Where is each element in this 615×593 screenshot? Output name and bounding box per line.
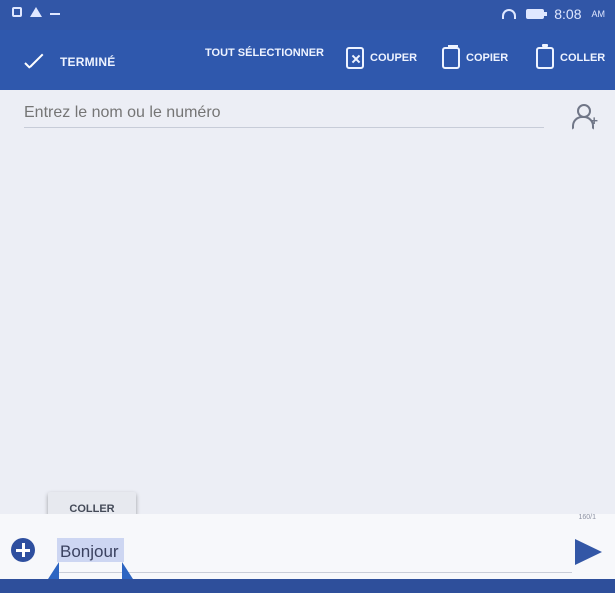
contextual-action-bar: TERMINÉ TOUT SÉLECTIONNER COUPER COPIER … — [0, 30, 615, 90]
copy-button[interactable]: COPIER — [442, 45, 509, 69]
notification-icon — [12, 7, 22, 17]
copy-icon — [442, 45, 460, 69]
system-status: 8:08 AM — [502, 6, 605, 22]
select-all-label: TOUT SÉLECTIONNER — [205, 47, 324, 59]
add-icon[interactable] — [11, 538, 35, 562]
status-bar: 8:08 AM — [0, 0, 615, 30]
cut-label: COUPER — [370, 52, 418, 64]
check-icon — [20, 48, 48, 76]
cut-button[interactable]: COUPER — [346, 47, 417, 69]
send-icon[interactable] — [575, 539, 602, 565]
paste-label: COLLER — [560, 52, 606, 64]
minus-icon — [50, 13, 60, 15]
paste-button[interactable]: COLLER — [536, 44, 606, 69]
done-button[interactable]: TERMINÉ — [20, 48, 115, 76]
plus-icon: + — [590, 113, 598, 128]
copy-label: COPIER — [466, 52, 509, 64]
contact-icon[interactable]: + — [569, 104, 598, 130]
select-all-button[interactable]: TOUT SÉLECTIONNER — [205, 47, 324, 59]
navigation-bar — [0, 579, 615, 593]
message-thread-area — [0, 132, 615, 514]
status-ampm: AM — [591, 9, 606, 19]
cut-icon — [346, 47, 364, 69]
notification-icons — [12, 7, 60, 17]
recipient-row: + — [0, 90, 615, 132]
wifi-icon — [502, 9, 517, 19]
recipient-input[interactable] — [24, 99, 544, 128]
battery-icon — [526, 9, 548, 19]
alert-icon — [30, 7, 42, 17]
compose-bar: 160/1 — [0, 514, 615, 579]
message-input[interactable] — [56, 532, 572, 573]
character-counter: 160/1 — [578, 514, 596, 521]
paste-icon — [536, 44, 554, 69]
done-label: TERMINÉ — [60, 55, 116, 69]
status-time: 8:08 — [554, 6, 582, 22]
